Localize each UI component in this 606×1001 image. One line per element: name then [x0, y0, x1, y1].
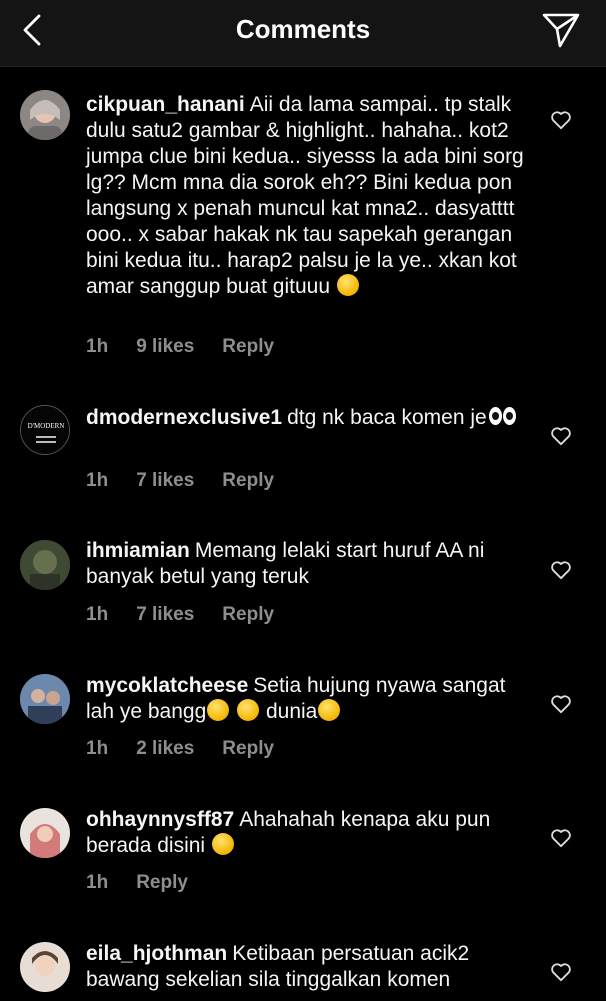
comment-text: dtg nk baca komen je	[287, 406, 487, 429]
sweat-smile-emoji	[318, 699, 341, 721]
timestamp: 1h	[86, 738, 109, 759]
like-button[interactable]	[548, 960, 574, 984]
like-button[interactable]	[548, 108, 574, 132]
likes-count[interactable]: 2 likes	[136, 738, 194, 760]
profile-photo	[20, 808, 70, 858]
tears-of-joy-emoji	[207, 699, 230, 721]
comment-item: eila_hjothman Ketibaan persatuan acik2 ba…	[0, 936, 606, 1001]
heart-icon	[551, 829, 571, 848]
reply-button[interactable]: Reply	[136, 872, 188, 894]
eyes-emoji	[488, 405, 518, 427]
direct-message-button[interactable]	[540, 10, 582, 50]
tears-of-joy-emoji	[237, 699, 260, 721]
username[interactable]: eila_hjothman	[86, 942, 227, 965]
avatar[interactable]: D'MODERN	[20, 405, 70, 455]
profile-photo	[20, 674, 70, 724]
profile-photo	[20, 90, 70, 140]
timestamp: 1h	[86, 872, 109, 893]
heart-icon	[551, 427, 571, 446]
heart-icon	[551, 561, 571, 580]
avatar[interactable]	[20, 942, 70, 992]
profile-photo	[20, 942, 70, 992]
likes-count[interactable]: 9 likes	[136, 336, 194, 358]
avatar[interactable]	[20, 674, 70, 724]
reply-button[interactable]: Reply	[222, 738, 274, 760]
brand-logo: D'MODERN	[21, 406, 69, 454]
heart-icon	[551, 111, 571, 130]
comments-header: Comments	[0, 0, 606, 67]
avatar[interactable]	[20, 90, 70, 140]
likes-count[interactable]: 7 likes	[136, 470, 194, 492]
heart-icon	[551, 963, 571, 982]
avatar[interactable]	[20, 540, 70, 590]
grinning-face-emoji	[336, 274, 359, 296]
profile-photo	[20, 540, 70, 590]
like-button[interactable]	[548, 692, 574, 716]
logo-text: D'MODERN	[28, 422, 65, 430]
comment-text: dunia	[260, 700, 318, 723]
reply-button[interactable]: Reply	[222, 604, 274, 626]
timestamp: 1h	[86, 336, 109, 357]
username[interactable]: ihmiamian	[86, 539, 190, 562]
likes-count[interactable]: 7 likes	[136, 604, 194, 626]
reply-button[interactable]: Reply	[222, 336, 274, 358]
tears-of-joy-emoji	[211, 833, 234, 855]
paper-plane-icon	[542, 13, 580, 48]
username[interactable]: dmodernexclusive1	[86, 406, 282, 429]
heart-icon	[551, 695, 571, 714]
username[interactable]: cikpuan_hanani	[86, 93, 245, 116]
username[interactable]: mycoklatcheese	[86, 674, 248, 697]
page-title: Comments	[235, 14, 371, 44]
avatar[interactable]	[20, 808, 70, 858]
like-button[interactable]	[548, 424, 574, 448]
like-button[interactable]	[548, 826, 574, 850]
reply-button[interactable]: Reply	[222, 470, 274, 492]
timestamp: 1h	[86, 470, 109, 491]
timestamp: 1h	[86, 604, 109, 625]
like-button[interactable]	[548, 558, 574, 582]
comment-text: Aii da lama sampai.. tp stalk dulu satu2…	[86, 93, 524, 298]
username[interactable]: ohhaynnysff87	[86, 808, 234, 831]
